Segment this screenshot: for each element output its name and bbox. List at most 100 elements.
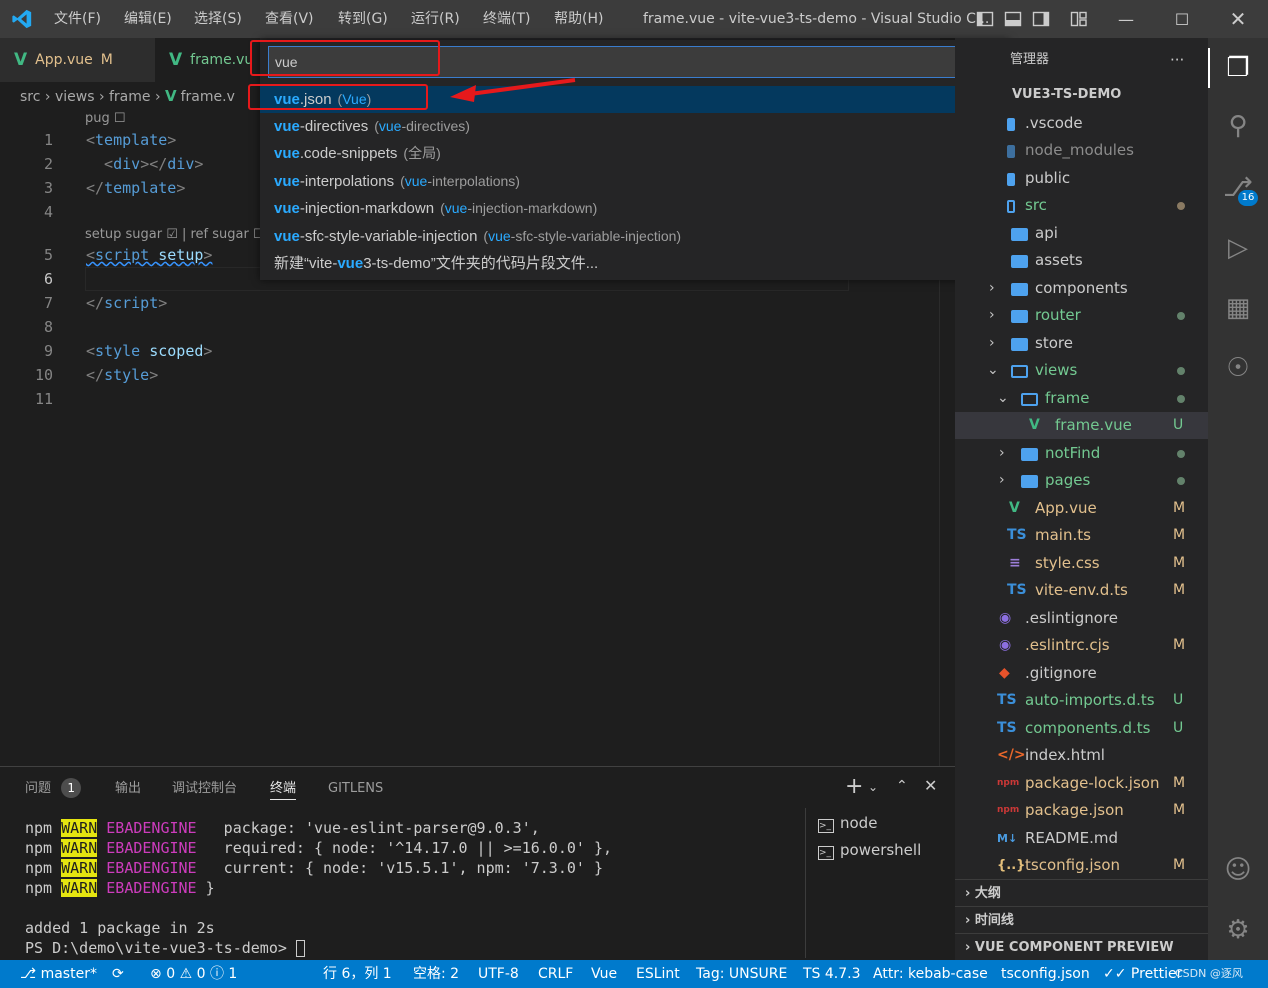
tree-item-app-vue[interactable]: V App.vue M xyxy=(955,495,1208,522)
close-window-icon[interactable]: ✕ xyxy=(1210,0,1266,38)
tree-item-eslintignore[interactable]: ◉ .eslintignore xyxy=(955,605,1208,632)
status-branch[interactable]: ⎇ master* xyxy=(20,960,97,988)
panel-tab-debug-console[interactable]: 调试控制台 xyxy=(172,778,237,800)
close-panel-icon[interactable]: ✕ xyxy=(924,776,937,795)
status-problems[interactable]: ⊗ 0 ⚠ 0 ⓘ 1 xyxy=(150,960,237,988)
run-debug-icon[interactable]: ▷ xyxy=(1218,228,1258,268)
tree-item-src[interactable]: src xyxy=(955,192,1208,219)
tree-item-public[interactable]: public xyxy=(955,165,1208,192)
section-timeline[interactable]: › 时间线 xyxy=(955,906,1208,933)
tree-item-frame[interactable]: ⌄ frame xyxy=(955,385,1208,412)
code-line[interactable]: <style scoped> xyxy=(86,339,212,363)
tree-item-assets[interactable]: assets xyxy=(955,247,1208,274)
breadcrumb-file[interactable]: frame.v xyxy=(181,89,235,105)
status-attr[interactable]: Attr: kebab-case xyxy=(873,960,988,988)
menu-run[interactable]: 运行(R) xyxy=(411,0,460,38)
tree-item-eslintrc[interactable]: ◉ .eslintrc.cjs M xyxy=(955,632,1208,659)
toggle-panel-icon[interactable] xyxy=(1004,10,1022,28)
tree-item-index-html[interactable]: </> index.html xyxy=(955,742,1208,769)
tree-item-notfind[interactable]: › notFind xyxy=(955,440,1208,467)
tree-item-package-json[interactable]: npm package.json M xyxy=(955,797,1208,824)
panel-tab-terminal[interactable]: 终端 xyxy=(270,778,297,800)
terminal-list-item-node[interactable]: >_ node xyxy=(818,810,877,836)
settings-gear-icon[interactable]: ⚙ xyxy=(1218,910,1258,950)
quick-pick-item[interactable]: vue.code-snippets (全局) xyxy=(260,140,1010,167)
menu-file[interactable]: 文件(F) xyxy=(54,0,101,38)
tree-item-package-lock[interactable]: npm package-lock.json M xyxy=(955,770,1208,797)
minimize-icon[interactable]: — xyxy=(1098,0,1154,38)
tree-item-readme[interactable]: M↓ README.md xyxy=(955,825,1208,852)
search-icon[interactable]: ⚲ xyxy=(1218,106,1258,146)
menu-selection[interactable]: 选择(S) xyxy=(194,0,242,38)
breadcrumb-frame[interactable]: frame xyxy=(109,89,151,105)
account-icon[interactable]: ☺ xyxy=(1218,850,1258,890)
tab-app-vue[interactable]: V App.vue M xyxy=(0,38,155,82)
status-eslint[interactable]: ESLint xyxy=(636,960,680,988)
extensions-icon[interactable]: ▦ xyxy=(1218,288,1258,328)
tree-item-node-modules[interactable]: node_modules xyxy=(955,137,1208,164)
new-terminal-icon[interactable]: + xyxy=(845,774,863,799)
panel-tab-output[interactable]: 输出 xyxy=(115,778,141,800)
status-tag[interactable]: Tag: UNSURE xyxy=(696,960,787,988)
status-encoding[interactable]: UTF-8 xyxy=(478,960,519,988)
tree-item-api[interactable]: api xyxy=(955,220,1208,247)
code-line[interactable]: </template> xyxy=(86,176,185,200)
codelens-setup-sugar[interactable]: setup sugar ☑ | ref sugar ☐ xyxy=(85,226,265,244)
menu-go[interactable]: 转到(G) xyxy=(338,0,388,38)
quick-pick-item[interactable]: vue-directives (vue-directives) xyxy=(260,113,1010,140)
tree-item-router[interactable]: › router xyxy=(955,302,1208,329)
quick-pick-item-new-snippets[interactable]: 新建“vite-vue3-ts-demo”文件夹的代码片段文件... xyxy=(260,250,1010,277)
panel-tab-problems[interactable]: 问题 1 xyxy=(25,778,82,800)
tree-item-components[interactable]: › components xyxy=(955,275,1208,302)
tree-item-pages[interactable]: › pages xyxy=(955,467,1208,494)
tree-item-vscode[interactable]: .vscode xyxy=(955,110,1208,137)
quick-pick-item[interactable]: vue-sfc-style-variable-injection (vue-sfc… xyxy=(260,223,1010,250)
breadcrumb-src[interactable]: src xyxy=(20,89,40,105)
status-prettier[interactable]: ✓✓ Prettier xyxy=(1103,960,1182,988)
section-vue-component-preview[interactable]: › VUE COMPONENT PREVIEW xyxy=(955,933,1208,960)
menu-help[interactable]: 帮助(H) xyxy=(554,0,603,38)
tree-item-store[interactable]: › store xyxy=(955,330,1208,357)
codelens-pug[interactable]: pug ☐ xyxy=(85,110,126,128)
status-position[interactable]: 行 6，列 1 xyxy=(323,960,392,988)
code-line[interactable]: <script setup> xyxy=(86,243,212,267)
code-line[interactable]: </script> xyxy=(86,291,167,315)
customize-layout-icon[interactable] xyxy=(1070,10,1088,28)
status-eol[interactable]: CRLF xyxy=(538,960,573,988)
code-line[interactable]: <template> xyxy=(86,128,176,152)
status-tsconfig[interactable]: tsconfig.json xyxy=(1001,960,1090,988)
quick-pick-item[interactable]: vue-interpolations (vue-interpolations) xyxy=(260,168,1010,195)
menu-terminal[interactable]: 终端(T) xyxy=(483,0,530,38)
explorer-icon[interactable]: ❐ xyxy=(1218,48,1258,88)
tree-item-components-dts[interactable]: TS components.d.ts U xyxy=(955,715,1208,742)
toggle-sidebar-icon[interactable] xyxy=(976,10,994,28)
sync-icon[interactable]: ⟳ xyxy=(112,960,124,988)
section-outline[interactable]: › 大纲 xyxy=(955,879,1208,906)
tree-item-gitignore[interactable]: ◆ .gitignore xyxy=(955,660,1208,687)
status-ts-version[interactable]: TS 4.7.3 xyxy=(803,960,861,988)
status-indentation[interactable]: 空格: 2 xyxy=(413,960,459,988)
gitlens-icon[interactable]: ☉ xyxy=(1218,348,1258,388)
tab-frame-vue[interactable]: V frame.vu xyxy=(155,38,260,82)
maximize-panel-icon[interactable]: ⌃ xyxy=(896,778,908,794)
tree-item-tsconfig[interactable]: {..} tsconfig.json M xyxy=(955,852,1208,879)
code-line[interactable]: <div></div> xyxy=(86,152,203,176)
terminal-prompt[interactable]: PS D:\demo\vite-vue3-ts-demo> xyxy=(25,938,305,958)
tree-item-frame-vue[interactable]: Vframe.vue U xyxy=(955,412,1208,439)
breadcrumb-views[interactable]: views xyxy=(55,89,95,105)
terminal-list-item-powershell[interactable]: >_ powershell xyxy=(818,837,921,863)
menu-view[interactable]: 查看(V) xyxy=(265,0,314,38)
tree-item-style-css[interactable]: ≡ style.css M xyxy=(955,550,1208,577)
quick-pick-item[interactable]: vue-injection-markdown (vue-injection-mar… xyxy=(260,195,1010,222)
menu-edit[interactable]: 编辑(E) xyxy=(124,0,172,38)
maximize-icon[interactable]: ☐ xyxy=(1154,0,1210,38)
panel-tab-gitlens[interactable]: GITLENS xyxy=(328,778,383,800)
tree-item-main-ts[interactable]: TS main.ts M xyxy=(955,522,1208,549)
tree-item-vite-env[interactable]: TS vite-env.d.ts M xyxy=(955,577,1208,604)
chevron-down-icon[interactable]: ⌄ xyxy=(868,780,878,794)
explorer-root[interactable]: VUE3-TS-DEMO xyxy=(1012,82,1121,108)
code-line[interactable]: </style> xyxy=(86,363,158,387)
status-language[interactable]: Vue xyxy=(591,960,617,988)
tree-item-auto-imports[interactable]: TS auto-imports.d.ts U xyxy=(955,687,1208,714)
tree-item-views[interactable]: ⌄ views xyxy=(955,357,1208,384)
